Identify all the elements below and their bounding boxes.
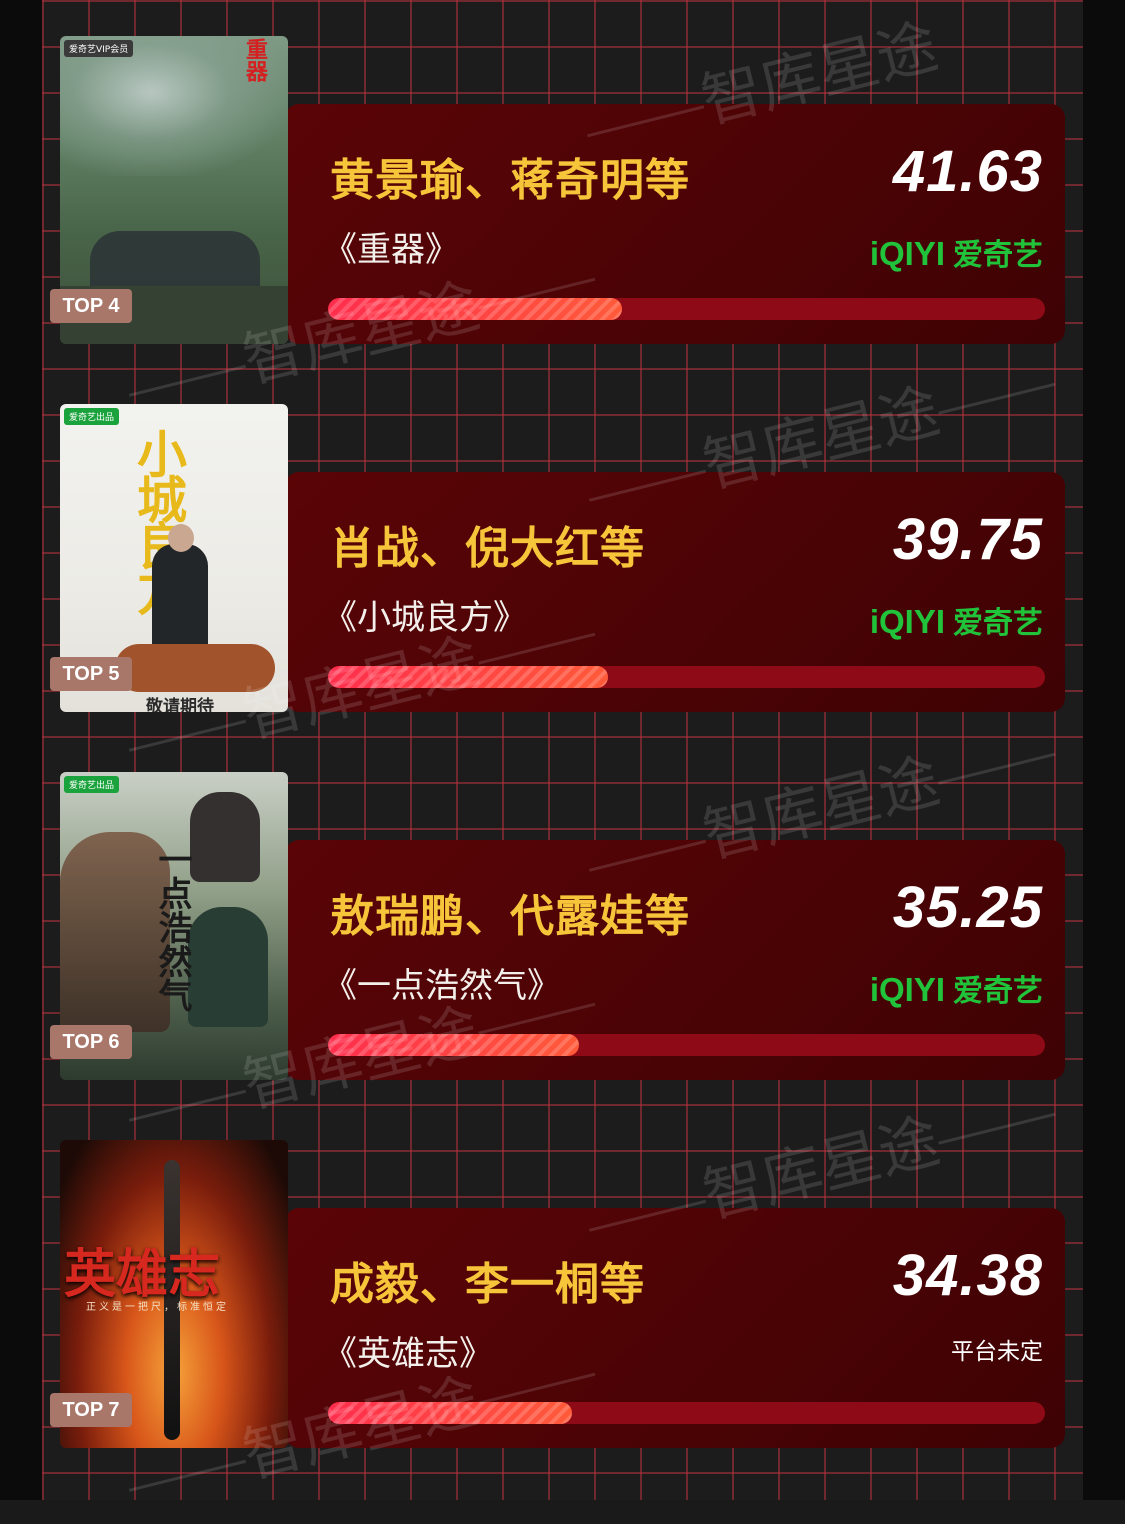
- iqiyi-logo-latin: iQIYI: [869, 971, 945, 1008]
- score-value: 34.38: [892, 1243, 1043, 1308]
- poster-tag: 爱奇艺出品: [64, 776, 120, 793]
- poster-caption: 英雄志: [64, 1244, 221, 1305]
- ranking-entry[interactable]: 敖瑞鹏、代露娃等 《一点浩然气》 35.25 iQIYI 爱奇艺 爱奇艺出品 一点…: [0, 772, 1125, 1082]
- iqiyi-logo-cn: 爱奇艺: [953, 974, 1043, 1009]
- drama-title: 《一点浩然气》: [323, 966, 561, 1006]
- platform-logo: iQIYI 爱奇艺: [870, 966, 1043, 1010]
- actors-label: 敖瑞鹏、代露娃等: [330, 891, 690, 942]
- platform-logo: iQIYI 爱奇艺: [870, 230, 1043, 274]
- progress-fill: [328, 298, 622, 320]
- drama-title: 《英雄志》: [323, 1334, 493, 1374]
- platform-logo: iQIYI 爱奇艺: [870, 598, 1043, 642]
- progress-track: [328, 1034, 1045, 1056]
- actors-label: 黄景瑜、蒋奇明等: [330, 155, 690, 206]
- entry-card: 敖瑞鹏、代露娃等 《一点浩然气》 35.25 iQIYI 爱奇艺: [285, 840, 1065, 1080]
- progress-track: [328, 666, 1045, 688]
- poster-caption: 重器: [242, 38, 267, 82]
- score-value: 39.75: [892, 507, 1043, 572]
- drama-title: 《小城良方》: [323, 598, 527, 638]
- rank-badge: TOP 7: [50, 1393, 132, 1427]
- drama-title: 《重器》: [323, 230, 459, 270]
- entry-card: 肖战、倪大红等 《小城良方》 39.75 iQIYI 爱奇艺: [285, 472, 1065, 712]
- progress-fill: [328, 666, 608, 688]
- rank-badge: TOP 5: [50, 657, 132, 691]
- entry-card: 黄景瑜、蒋奇明等 《重器》 41.63 iQIYI 爱奇艺: [285, 104, 1065, 344]
- score-value: 35.25: [892, 875, 1043, 940]
- progress-track: [328, 1402, 1045, 1424]
- poster-tag: 爱奇艺VIP会员: [64, 40, 134, 57]
- actors-label: 成毅、李一桐等: [330, 1259, 645, 1310]
- entry-card: 成毅、李一桐等 《英雄志》 34.38 平台未定: [285, 1208, 1065, 1448]
- poster-subline: 正义是一把尺，标准恒定: [86, 1302, 229, 1313]
- rank-badge: TOP 4: [50, 289, 132, 323]
- actors-label: 肖战、倪大红等: [330, 523, 645, 574]
- iqiyi-logo-latin: iQIYI: [869, 603, 945, 640]
- rank-badge: TOP 6: [50, 1025, 132, 1059]
- progress-fill: [328, 1034, 579, 1056]
- ranking-entry[interactable]: 黄景瑜、蒋奇明等 《重器》 41.63 iQIYI 爱奇艺 爱奇艺VIP会员 重器…: [0, 36, 1125, 346]
- progress-fill: [328, 1402, 572, 1424]
- score-value: 41.63: [892, 139, 1043, 204]
- iqiyi-logo-cn: 爱奇艺: [953, 606, 1043, 641]
- iqiyi-logo-latin: iQIYI: [869, 235, 945, 272]
- ranking-entry[interactable]: 肖战、倪大红等 《小城良方》 39.75 iQIYI 爱奇艺 爱奇艺出品 小城良方…: [0, 404, 1125, 714]
- progress-track: [328, 298, 1045, 320]
- iqiyi-logo-cn: 爱奇艺: [953, 238, 1043, 273]
- poster-footer: 敬请期待: [146, 697, 214, 712]
- poster-caption: 一点浩然气: [152, 842, 192, 1012]
- platform-status: 平台未定: [951, 1339, 1043, 1365]
- poster-tag: 爱奇艺出品: [64, 408, 120, 425]
- ranking-entry[interactable]: 成毅、李一桐等 《英雄志》 34.38 平台未定 英雄志 正义是一把尺，标准恒定…: [0, 1140, 1125, 1450]
